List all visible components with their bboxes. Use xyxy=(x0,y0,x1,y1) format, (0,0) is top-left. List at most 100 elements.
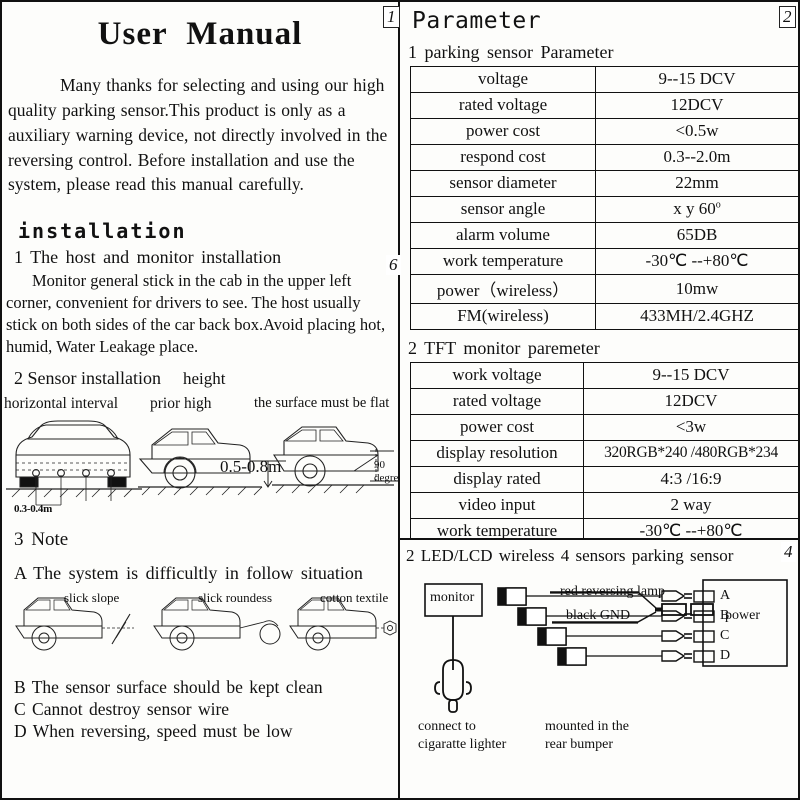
installation-item2-title: 2 Sensor installation height xyxy=(14,368,398,389)
power-label: power xyxy=(725,608,760,623)
param-value: <3w xyxy=(583,414,798,441)
param-value: <0.5w xyxy=(595,118,798,145)
page-title: User Manual xyxy=(97,16,303,52)
caption-prior-high: prior high xyxy=(150,394,212,412)
caption-surface-flat: the surface must be flat xyxy=(254,394,390,411)
param-key: rated voltage xyxy=(410,92,596,119)
param-value: 4:3 /16:9 xyxy=(583,466,798,493)
param-value: 22mm xyxy=(595,170,798,197)
note-d: D When reversing, speed must be low xyxy=(14,720,293,741)
table-row: sensor diameter 22mm xyxy=(410,170,798,197)
dimension-height-label: 0.5-0.8m xyxy=(220,456,282,476)
table-row: power（wireless） 10mw xyxy=(410,274,798,304)
sensor-diagram-captions: horizontal interval prior high the surfa… xyxy=(2,395,398,415)
param-key: work temperature xyxy=(410,248,596,275)
parameter-panel: Parameter 1 parking sensor Parameter vol… xyxy=(400,2,798,545)
terminal-a-label: A xyxy=(720,588,731,603)
tft-monitor-parameter-table: work voltage 9--15 DCV rated voltage 12DCV… xyxy=(410,362,798,545)
sensor-installation-diagrams: 0.3-0.4m 0.5-0.8m 90 degree xyxy=(2,415,403,523)
table-row: voltage 9--15 DCV xyxy=(410,66,798,93)
note-heading: 3 Note xyxy=(14,528,69,550)
connect-caption-line2: cigaratte lighter xyxy=(418,737,507,753)
table-row: power cost <3w xyxy=(410,414,798,441)
intro-paragraph: Many thanks for selecting and using our … xyxy=(8,75,388,195)
caption-horizontal-interval: horizontal interval xyxy=(4,394,119,412)
connect-caption: connect to cigaratte lighter xyxy=(418,718,506,754)
caption-slick-slope: slick slope xyxy=(64,589,120,605)
table1-heading: 1 parking sensor Parameter xyxy=(408,42,614,62)
param-value: 65DB xyxy=(595,222,798,249)
param-key: display resolution xyxy=(410,440,584,467)
param-key: sensor diameter xyxy=(410,170,596,197)
terminal-b-label: B xyxy=(720,608,730,623)
table-row: FM(wireless) 433MH/2.4GHZ xyxy=(410,303,798,330)
caption-slick-roundess: slick roundess xyxy=(198,589,273,605)
dimension-interval-label: 0.3-0.4m xyxy=(14,502,52,515)
table-row: alarm volume 65DB xyxy=(410,222,798,249)
param-value: x y 60o xyxy=(595,196,798,223)
param-value: 0.3--2.0m xyxy=(595,144,798,171)
param-value-text: x y 60 xyxy=(673,199,716,218)
wiring-heading: 2 LED/LCD wireless 4 sensors parking sen… xyxy=(406,546,734,565)
parameter-title: Parameter xyxy=(412,8,542,34)
table-row: display rated 4:3 /16:9 xyxy=(410,466,798,493)
param-value: 10mw xyxy=(595,274,798,304)
table-row: video input 2 way xyxy=(410,492,798,519)
param-key: power cost xyxy=(410,414,584,441)
terminal-c-label: C xyxy=(720,628,730,643)
param-value: 9--15 DCV xyxy=(595,66,798,93)
table-row: work temperature -30℃ --+80℃ xyxy=(410,248,798,275)
param-key: rated voltage xyxy=(410,388,584,415)
page-mark-2: 2 xyxy=(779,6,796,28)
table2-heading: 2 TFT monitor paremeter xyxy=(408,338,600,358)
page-mark-1: 1 xyxy=(383,6,400,28)
page-mark-4: 4 xyxy=(781,542,796,562)
manual-page: User Manual Many thanks for selecting an… xyxy=(0,0,800,800)
installation-item1-title: 1 The host and monitor installation xyxy=(14,247,282,268)
car-rear-view xyxy=(6,420,142,506)
note-c: C Cannot destroy sensor wire xyxy=(14,698,230,719)
note-diagrams: slick slope slick roundess cotton textil… xyxy=(2,588,398,676)
param-value: -30℃ --+80℃ xyxy=(595,248,798,275)
param-value: 9--15 DCV xyxy=(583,362,798,389)
param-key: voltage xyxy=(410,66,596,93)
param-value: 433MH/2.4GHZ xyxy=(595,303,798,330)
param-key: alarm volume xyxy=(410,222,596,249)
item2-height-label: height xyxy=(183,368,226,388)
param-value: 12DCV xyxy=(583,388,798,415)
param-key: power（wireless） xyxy=(410,274,596,304)
param-value: 320RGB*240 /480RGB*234 xyxy=(583,440,798,467)
connect-caption-line1: connect to xyxy=(418,719,476,734)
param-key: respond cost xyxy=(410,144,596,171)
table-row: respond cost 0.3--2.0m xyxy=(410,144,798,171)
mounted-caption-line2: rear bumper xyxy=(545,737,614,753)
caption-cotton-textile: cotton textile xyxy=(320,589,389,605)
black-wire-label: black GND xyxy=(566,608,631,623)
param-key: sensor angle xyxy=(410,196,596,223)
param-value: 12DCV xyxy=(595,92,798,119)
degree-symbol: o xyxy=(715,199,721,211)
angle-value: 90 xyxy=(374,458,385,471)
item2-label: 2 Sensor installation xyxy=(14,367,161,388)
wiring-diagram: monitor red reversing lamp black GND pow… xyxy=(400,566,798,778)
parking-sensor-parameter-table: voltage 9--15 DCV rated voltage 12DCV powe… xyxy=(410,66,798,330)
param-value: 2 way xyxy=(583,492,798,519)
installation-heading: installation xyxy=(18,219,187,244)
monitor-label: monitor xyxy=(430,590,475,605)
note-a: A The system is difficultly in follow si… xyxy=(14,562,363,583)
note-b: B The sensor surface should be kept clea… xyxy=(14,676,323,697)
wiring-panel: 2 LED/LCD wireless 4 sensors parking sen… xyxy=(400,540,798,798)
mounted-caption-line1: mounted in the xyxy=(545,719,629,734)
table-row: display resolution 320RGB*240 /480RGB*234 xyxy=(410,440,798,467)
dimension-angle-label: 90 degree xyxy=(374,459,403,484)
table-row: power cost <0.5w xyxy=(410,118,798,145)
table-row: rated voltage 12DCV xyxy=(410,92,798,119)
param-key: FM(wireless) xyxy=(410,303,596,330)
param-key: video input xyxy=(410,492,584,519)
param-key: display rated xyxy=(410,466,584,493)
table-row: work voltage 9--15 DCV xyxy=(410,362,798,389)
left-panel: User Manual Many thanks for selecting an… xyxy=(2,2,403,798)
red-wire-label: red reversing lamp xyxy=(560,584,665,599)
param-key: work voltage xyxy=(410,362,584,389)
table-row: sensor angle x y 60o xyxy=(410,196,798,223)
